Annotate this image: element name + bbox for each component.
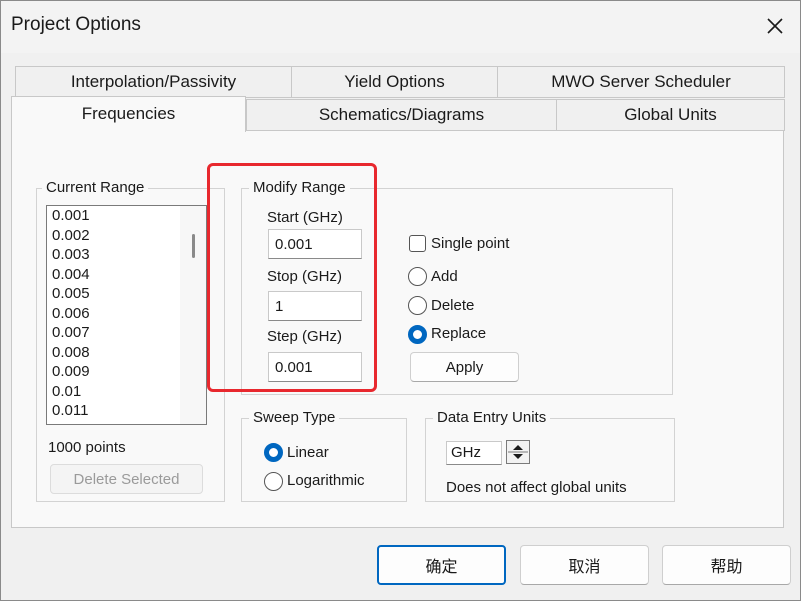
replace-radio[interactable] (408, 325, 427, 344)
apply-button[interactable]: Apply (410, 352, 519, 382)
close-button[interactable] (754, 8, 796, 44)
logarithmic-radio-label[interactable]: Logarithmic (287, 472, 365, 489)
units-spinner[interactable] (506, 440, 530, 464)
points-count: 1000 points (48, 439, 126, 456)
linear-radio-label[interactable]: Linear (287, 444, 329, 461)
scrollbar-thumb[interactable] (192, 234, 195, 258)
sweep-type-legend: Sweep Type (249, 409, 340, 426)
step-input[interactable] (268, 352, 362, 382)
linear-radio[interactable] (264, 443, 283, 462)
data-entry-units-legend: Data Entry Units (433, 409, 551, 426)
delete-radio-label[interactable]: Delete (431, 297, 474, 314)
spin-up-icon[interactable] (513, 445, 523, 450)
tab-mwo-server-scheduler[interactable]: MWO Server Scheduler (497, 66, 785, 98)
single-point-label[interactable]: Single point (431, 235, 509, 252)
spin-down-icon[interactable] (513, 454, 523, 459)
single-point-checkbox[interactable] (409, 235, 426, 252)
step-label: Step (GHz) (267, 328, 343, 345)
stop-label: Stop (GHz) (267, 268, 343, 285)
delete-selected-button[interactable]: Delete Selected (50, 464, 203, 494)
modify-range-legend: Modify Range (249, 179, 350, 196)
close-icon (767, 18, 783, 34)
tab-global-units[interactable]: Global Units (556, 99, 785, 131)
list-scrollbar[interactable] (180, 206, 206, 424)
add-radio-label[interactable]: Add (431, 268, 458, 285)
help-button[interactable]: 帮助 (662, 545, 791, 585)
units-note: Does not affect global units (446, 479, 627, 496)
stop-input[interactable] (268, 291, 362, 321)
replace-radio-label[interactable]: Replace (431, 325, 486, 342)
cancel-button[interactable]: 取消 (520, 545, 649, 585)
logarithmic-radio[interactable] (264, 472, 283, 491)
tab-frequencies[interactable]: Frequencies (11, 96, 246, 132)
tab-yield-options[interactable]: Yield Options (291, 66, 498, 98)
start-label: Start (GHz) (267, 209, 343, 226)
tab-schematics-diagrams[interactable]: Schematics/Diagrams (246, 99, 557, 131)
ok-button[interactable]: 确定 (377, 545, 506, 585)
delete-radio[interactable] (408, 296, 427, 315)
tab-interpolation-passivity[interactable]: Interpolation/Passivity (15, 66, 292, 98)
current-range-legend: Current Range (42, 179, 149, 196)
add-radio[interactable] (408, 267, 427, 286)
units-field[interactable]: GHz (446, 441, 502, 465)
window-title: Project Options (11, 14, 141, 35)
start-input[interactable] (268, 229, 362, 259)
